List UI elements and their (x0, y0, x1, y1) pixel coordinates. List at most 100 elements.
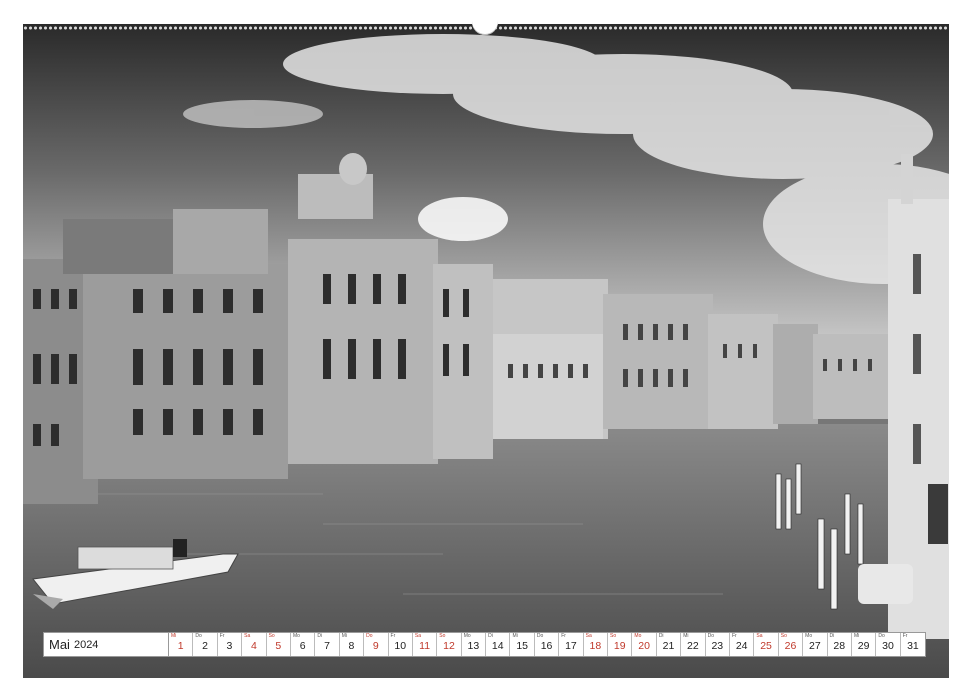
weekday-abbrev: Fr (902, 633, 908, 639)
day-number: 21 (662, 640, 675, 652)
day-number: 18 (589, 640, 602, 652)
day-cell: Di 7 (315, 633, 340, 656)
weekday-abbrev: Sa (585, 633, 592, 639)
weekday-abbrev: So (439, 633, 446, 639)
day-number: 29 (857, 640, 870, 652)
day-number: 13 (467, 640, 480, 652)
day-number: 1 (177, 640, 184, 652)
weekday-abbrev: Mo (634, 633, 642, 639)
weekday-abbrev: Do (366, 633, 373, 639)
day-cell: So 12 (437, 633, 462, 656)
day-number: 2 (202, 640, 208, 652)
weekday-abbrev: Mi (853, 633, 860, 639)
day-number: 27 (809, 640, 821, 652)
day-cell: Mo 6 (290, 633, 316, 656)
weekday-abbrev: Sa (244, 633, 251, 639)
day-cell: Sa 11 (412, 633, 438, 656)
weekday-abbrev: So (610, 633, 617, 639)
day-cell: Sa 25 (754, 633, 779, 656)
weekday-abbrev: Mi (683, 633, 689, 639)
day-number: 22 (687, 640, 699, 652)
weekday-abbrev: Mo (463, 633, 471, 639)
day-cell: Fr 24 (729, 633, 755, 656)
day-number: 7 (324, 640, 330, 652)
weekday-abbrev: Do (536, 633, 544, 639)
day-cell: Do 2 (193, 633, 218, 656)
weekday-abbrev: Mo (805, 633, 813, 639)
day-cell: So 19 (608, 633, 633, 656)
day-number: 5 (275, 640, 282, 652)
day-number: 8 (348, 640, 355, 652)
weekday-abbrev: Fr (731, 633, 737, 639)
month-label: Mai 2024 (44, 633, 169, 656)
weekday-abbrev: Sa (756, 633, 763, 639)
canal-scene (23, 24, 949, 678)
day-cell: Mo 27 (803, 633, 828, 656)
day-cell: Di 28 (827, 633, 852, 656)
day-cell: Mi 22 (681, 633, 706, 656)
day-cell: Mi 1 (169, 633, 194, 656)
weekday-abbrev: Fr (219, 633, 225, 639)
weekday-abbrev: Mi (171, 633, 177, 639)
day-number: 4 (250, 640, 257, 652)
day-number: 20 (638, 640, 650, 652)
day-cell: So 26 (778, 633, 804, 656)
weekday-abbrev: Sa (414, 633, 422, 639)
day-number: 16 (540, 640, 553, 652)
day-number: 31 (907, 640, 919, 652)
day-number: 17 (565, 640, 577, 652)
weekday-abbrev: Do (195, 633, 202, 639)
day-number: 30 (882, 640, 894, 652)
day-number: 12 (443, 640, 455, 652)
day-cell: Do 16 (534, 633, 560, 656)
moored-boat (858, 564, 913, 604)
day-number: 23 (711, 640, 724, 652)
calendar-photo (23, 24, 949, 678)
day-number: 15 (516, 640, 528, 652)
day-cell: Di 21 (656, 633, 682, 656)
weekday-abbrev: So (268, 633, 275, 639)
weekday-abbrev: Fr (561, 633, 566, 639)
day-cell: Fr 10 (388, 633, 413, 656)
day-number: 6 (299, 640, 306, 652)
day-number: 25 (760, 640, 772, 652)
day-cell: Sa 4 (242, 633, 267, 656)
day-number: 3 (226, 640, 233, 652)
weekday-abbrev: Di (317, 633, 323, 639)
weekday-abbrev: Mi (512, 633, 518, 639)
day-cell: Sa 18 (583, 633, 609, 656)
weekday-abbrev: Di (658, 633, 664, 639)
day-cell: Di 14 (486, 633, 511, 656)
day-cell: Mo 20 (632, 633, 657, 656)
day-cell: Do 23 (705, 633, 730, 656)
day-number: 10 (394, 640, 407, 652)
day-cell: Fr 31 (900, 633, 926, 656)
day-cell: Mi 8 (339, 633, 365, 656)
weekday-abbrev: Do (878, 633, 885, 639)
day-number: 14 (491, 640, 504, 652)
weekday-abbrev: Di (488, 633, 493, 639)
weekday-abbrev: Fr (390, 633, 396, 639)
day-cell: Do 9 (364, 633, 389, 656)
day-number: 28 (833, 640, 846, 652)
day-cell: Mi 15 (510, 633, 535, 656)
month-name: Mai (49, 637, 70, 652)
day-number: 11 (419, 640, 431, 652)
day-cells: Mi 1 Do 2 Fr 3 Sa 4 So 5 Mo 6 Di 7 Mi 8 Do 9 Fr 10 Sa 11 So 12 M… (169, 633, 926, 656)
day-cell: Do 30 (876, 633, 901, 656)
weekday-abbrev: Mo (292, 633, 300, 639)
day-number: 24 (735, 640, 748, 652)
weekday-abbrev: Do (707, 633, 714, 639)
day-cell: Fr 17 (559, 633, 584, 656)
weekday-abbrev: Mi (341, 633, 348, 639)
day-number: 19 (613, 640, 626, 652)
weekday-abbrev: So (780, 633, 787, 639)
day-cell: Mi 29 (851, 633, 877, 656)
weekday-abbrev: Di (829, 633, 835, 639)
day-cell: Fr 3 (217, 633, 243, 656)
month-calendar-strip: Mai 2024 Mi 1 Do 2 Fr 3 Sa 4 So 5 Mo 6 Di 7 Mi 8 Do 9 Fr 10… (43, 632, 927, 657)
day-cell: So 5 (266, 633, 291, 656)
day-cell: Mo 13 (461, 633, 487, 656)
day-number: 9 (372, 640, 379, 652)
day-number: 26 (784, 640, 797, 652)
